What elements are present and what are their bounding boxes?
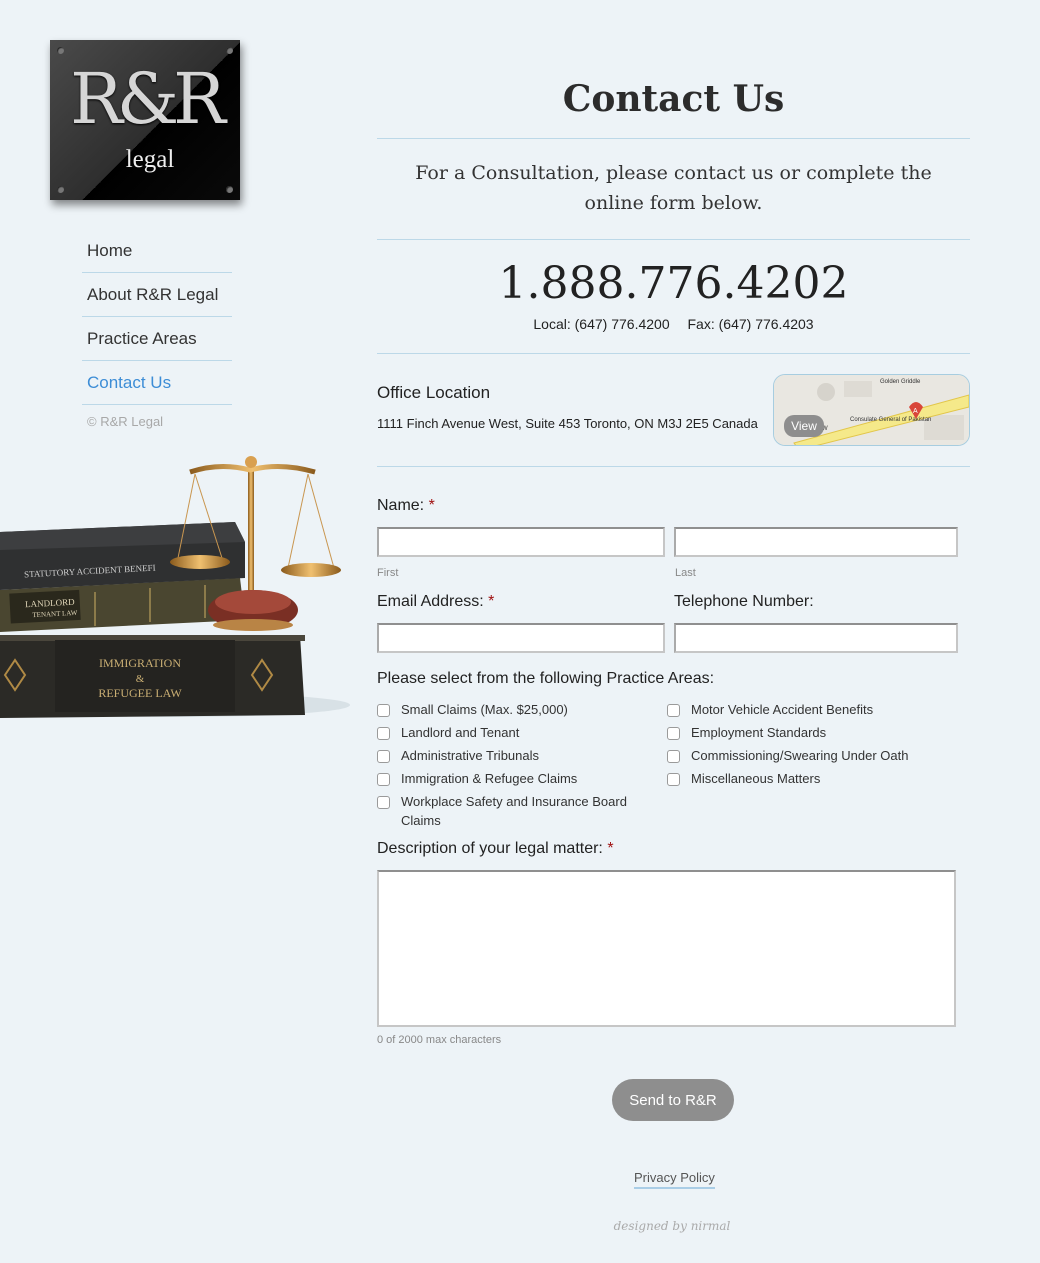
- checkbox-employment-standards[interactable]: Employment Standards: [667, 723, 967, 742]
- map-label-consulate: Consulate General of Pakistan: [850, 417, 931, 423]
- svg-text:A: A: [913, 408, 918, 415]
- telephone-input[interactable]: [674, 623, 958, 653]
- nav-item-home[interactable]: Home: [82, 229, 232, 273]
- local-phone[interactable]: Local: (647) 776.4200: [533, 316, 669, 332]
- checkbox[interactable]: [667, 750, 680, 763]
- first-name-hint: First: [377, 567, 399, 579]
- designer-credit[interactable]: designed by nirmal: [602, 1219, 742, 1233]
- nav-item-practice-areas[interactable]: Practice Areas: [82, 317, 232, 361]
- book-title-immigration-line-2: REFUGEE LAW: [98, 686, 182, 700]
- email-label: Email Address: *: [377, 593, 495, 610]
- send-button[interactable]: Send to R&R: [612, 1079, 734, 1121]
- office-location-heading: Office Location: [377, 383, 491, 402]
- logo-monogram: R&R: [70, 58, 226, 140]
- toll-free-phone[interactable]: 1.888.776.4202: [377, 258, 970, 309]
- divider: [377, 353, 970, 354]
- phone-details: Local: (647) 776.4200 Fax: (647) 776.420…: [377, 316, 970, 332]
- name-label: Name: *: [377, 497, 435, 514]
- checkbox[interactable]: [377, 796, 390, 809]
- screw-icon: [226, 186, 233, 193]
- map-label-golden-griddle: Golden Griddle: [880, 379, 921, 385]
- nav-item-contact-us[interactable]: Contact Us: [82, 361, 232, 405]
- character-count: 0 of 2000 max characters: [377, 1034, 502, 1046]
- description-textarea[interactable]: [377, 870, 956, 1027]
- checkbox-miscellaneous[interactable]: Miscellaneous Matters: [667, 769, 967, 788]
- last-name-input[interactable]: [674, 527, 958, 557]
- checkbox[interactable]: [667, 704, 680, 717]
- copyright: © R&R Legal: [87, 414, 164, 429]
- required-mark: *: [488, 593, 495, 610]
- sidebar-nav: Home About R&R Legal Practice Areas Cont…: [82, 229, 232, 405]
- logo-subtitle: legal: [125, 146, 175, 173]
- intro-text: For a Consultation, please contact us or…: [415, 162, 932, 214]
- screw-icon: [226, 47, 233, 54]
- map-view-button[interactable]: View: [784, 415, 824, 437]
- screw-icon: [57, 47, 64, 54]
- svg-text:&: &: [136, 673, 145, 685]
- divider: [377, 239, 970, 240]
- checkbox-workplace-safety[interactable]: Workplace Safety and Insurance Board Cla…: [377, 792, 647, 830]
- required-mark: *: [428, 497, 435, 514]
- checkbox[interactable]: [377, 727, 390, 740]
- practice-areas-label: Please select from the following Practic…: [377, 670, 715, 687]
- checkbox-immigration-refugee[interactable]: Immigration & Refugee Claims: [377, 769, 647, 788]
- page-title: Contact Us: [562, 78, 785, 120]
- required-mark: *: [607, 840, 614, 857]
- checkbox[interactable]: [377, 750, 390, 763]
- checkbox[interactable]: [667, 727, 680, 740]
- checkbox-landlord-tenant[interactable]: Landlord and Tenant: [377, 723, 647, 742]
- description-label: Description of your legal matter: *: [377, 840, 614, 857]
- screw-icon: [57, 186, 64, 193]
- map-thumbnail[interactable]: Golden Griddle Consulate General of Paki…: [773, 374, 970, 446]
- checkbox[interactable]: [377, 704, 390, 717]
- checkbox-motor-vehicle[interactable]: Motor Vehicle Accident Benefits: [667, 700, 967, 719]
- checkbox[interactable]: [667, 773, 680, 786]
- logo[interactable]: R&R legal: [50, 40, 240, 200]
- checkbox-administrative-tribunals[interactable]: Administrative Tribunals: [377, 746, 647, 765]
- divider: [377, 138, 970, 139]
- checkbox-commissioning[interactable]: Commissioning/Swearing Under Oath: [667, 746, 967, 765]
- privacy-policy-link[interactable]: Privacy Policy: [634, 1170, 715, 1189]
- office-address: 1111 Finch Avenue West, Suite 453 Toront…: [377, 416, 758, 431]
- fax-number: Fax: (647) 776.4203: [687, 316, 814, 332]
- email-input[interactable]: [377, 623, 665, 653]
- first-name-input[interactable]: [377, 527, 665, 557]
- book-title-immigration-line-1: IMMIGRATION: [99, 656, 181, 670]
- telephone-label: Telephone Number:: [674, 593, 814, 610]
- law-books-illustration: IMMIGRATION & REFUGEE LAW LANDLORD TENAN…: [0, 456, 350, 718]
- checkbox[interactable]: [377, 773, 390, 786]
- last-name-hint: Last: [675, 567, 696, 579]
- nav-item-about[interactable]: About R&R Legal: [82, 273, 232, 317]
- checkbox-small-claims[interactable]: Small Claims (Max. $25,000): [377, 700, 647, 719]
- divider: [377, 466, 970, 467]
